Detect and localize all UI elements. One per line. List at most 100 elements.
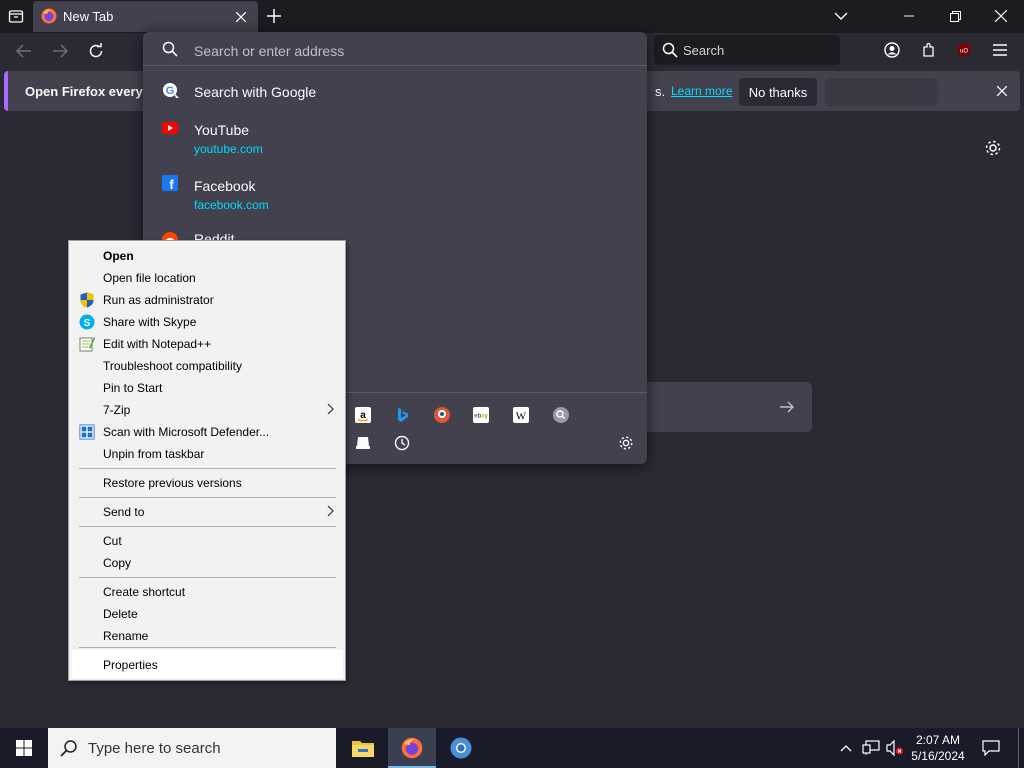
wikipedia-icon[interactable]: W: [511, 405, 531, 425]
chevron-right-icon: [327, 403, 334, 418]
duckduckgo-icon[interactable]: [432, 405, 452, 425]
close-notification-icon[interactable]: [992, 81, 1012, 101]
close-window-icon[interactable]: [989, 5, 1013, 27]
notepadpp-icon: [79, 336, 95, 352]
show-desktop-strip[interactable]: [1018, 728, 1019, 768]
chromium-icon[interactable]: [438, 728, 484, 768]
menu-item-7zip[interactable]: 7-Zip: [103, 403, 130, 417]
skype-icon: S: [79, 314, 95, 330]
menu-item-restore-previous-versions[interactable]: Restore previous versions: [103, 476, 242, 490]
url-placeholder: Search or enter address: [194, 43, 345, 59]
svg-text:S: S: [84, 318, 91, 329]
svg-text:ebay: ebay: [474, 414, 488, 420]
svg-text:f: f: [169, 177, 174, 191]
learn-more-link[interactable]: Learn more: [671, 84, 732, 98]
volume-muted-icon[interactable]: [884, 738, 906, 758]
menu-item-edit-with-notepadpp[interactable]: Edit with Notepad++: [103, 337, 211, 351]
new-tab-button[interactable]: [262, 5, 286, 27]
taskbar-search-box[interactable]: Type here to search: [48, 728, 336, 768]
account-icon[interactable]: [880, 38, 904, 62]
taskbar-firefox-button[interactable]: [388, 728, 436, 768]
gear-icon[interactable]: [981, 136, 1005, 160]
url-input[interactable]: Search or enter address: [143, 32, 647, 66]
menu-separator: [79, 468, 336, 469]
minimize-icon[interactable]: [897, 5, 921, 27]
menu-item-rename[interactable]: Rename: [103, 629, 148, 643]
notification-text: Open Firefox every ti: [25, 84, 155, 99]
suggestion-google[interactable]: G Search with Google: [143, 76, 647, 106]
menu-separator: [79, 577, 336, 578]
search-settings-gear-icon[interactable]: [616, 433, 636, 453]
menu-item-unpin-from-taskbar[interactable]: Unpin from taskbar: [103, 447, 204, 461]
search-icon: [662, 42, 678, 61]
list-all-tabs-icon[interactable]: [830, 5, 852, 27]
ublock-origin-icon[interactable]: uO: [952, 38, 976, 62]
chevron-up-icon[interactable]: [836, 738, 856, 758]
menu-item-send-to[interactable]: Send to: [103, 505, 144, 519]
firefox-icon: [401, 737, 423, 762]
search-icon: [162, 41, 178, 60]
menu-hamburger-icon[interactable]: [988, 38, 1012, 62]
context-menu: Open Open file location Run as administr…: [68, 240, 346, 681]
svg-text:G: G: [166, 85, 175, 97]
youtube-icon: [162, 122, 178, 137]
file-explorer-icon[interactable]: [340, 728, 386, 768]
suggestion-url: facebook.com: [194, 198, 269, 212]
menu-item-copy[interactable]: Copy: [103, 556, 131, 570]
svg-text:a: a: [360, 410, 366, 421]
notification-center-icon[interactable]: [978, 736, 1004, 760]
tab-strip: New Tab: [0, 0, 1024, 33]
menu-item-scan-with-defender[interactable]: Scan with Microsoft Defender...: [103, 425, 269, 439]
restore-icon[interactable]: [943, 5, 967, 27]
no-thanks-button[interactable]: No thanks: [739, 78, 817, 106]
toolbar-search-box[interactable]: Search: [654, 35, 840, 65]
menu-item-troubleshoot-compatibility[interactable]: Troubleshoot compatibility: [103, 359, 242, 373]
bookmarks-icon[interactable]: [353, 433, 373, 453]
menu-item-open-file-location[interactable]: Open file location: [103, 271, 196, 285]
windows-start-icon[interactable]: [0, 728, 48, 768]
suggestion-title: YouTube: [194, 122, 250, 138]
suggestion-facebook[interactable]: f Facebook facebook.com: [143, 172, 647, 216]
suggestion-title: Facebook: [194, 178, 256, 194]
firefox-tab-icon: [41, 8, 57, 24]
menu-item-pin-to-start[interactable]: Pin to Start: [103, 381, 162, 395]
tab-overview-icon[interactable]: [4, 5, 28, 27]
amazon-icon[interactable]: a: [353, 405, 373, 425]
forward-arrow-icon[interactable]: [48, 39, 72, 63]
menu-item-run-as-administrator[interactable]: Run as administrator: [103, 293, 214, 307]
facebook-icon: f: [162, 175, 178, 194]
search-placeholder: Search: [683, 43, 725, 58]
search-engine-icon[interactable]: [551, 405, 571, 425]
suggestion-youtube[interactable]: YouTube youtube.com: [143, 116, 647, 160]
arrow-right-icon[interactable]: [776, 397, 798, 417]
extensions-icon[interactable]: [917, 38, 941, 62]
taskbar: Type here to search 2:07 AM 5/16/2024: [0, 728, 1024, 768]
menu-item-delete[interactable]: Delete: [103, 607, 138, 621]
menu-item-open[interactable]: Open: [103, 249, 134, 263]
menu-separator: [79, 497, 336, 498]
menu-item-create-shortcut[interactable]: Create shortcut: [103, 585, 185, 599]
uac-shield-icon: [79, 292, 95, 308]
clock-date: 5/16/2024: [911, 749, 965, 763]
history-clock-icon[interactable]: [392, 433, 412, 453]
svg-text:uO: uO: [960, 49, 968, 55]
back-arrow-icon[interactable]: [12, 39, 36, 63]
menu-separator: [79, 647, 336, 648]
taskbar-clock[interactable]: 2:07 AM 5/16/2024: [905, 732, 971, 764]
taskbar-search-placeholder: Type here to search: [88, 740, 221, 757]
bing-icon[interactable]: [393, 405, 413, 425]
menu-item-properties[interactable]: Properties: [103, 658, 158, 672]
menu-item-share-with-skype[interactable]: Share with Skype: [103, 315, 196, 329]
svg-text:W: W: [516, 411, 527, 423]
reload-icon[interactable]: [84, 39, 108, 63]
tab-new-tab[interactable]: New Tab: [33, 1, 258, 32]
suggestion-url: youtube.com: [194, 142, 263, 156]
suggestion-title: Search with Google: [194, 84, 317, 100]
menu-item-cut[interactable]: Cut: [103, 534, 122, 548]
close-tab-icon[interactable]: [231, 7, 251, 27]
search-icon: [60, 739, 78, 760]
page-search-bar[interactable]: [640, 382, 812, 432]
network-icon[interactable]: [860, 738, 882, 758]
ebay-icon[interactable]: ebay: [471, 405, 491, 425]
set-default-button[interactable]: [825, 78, 938, 106]
